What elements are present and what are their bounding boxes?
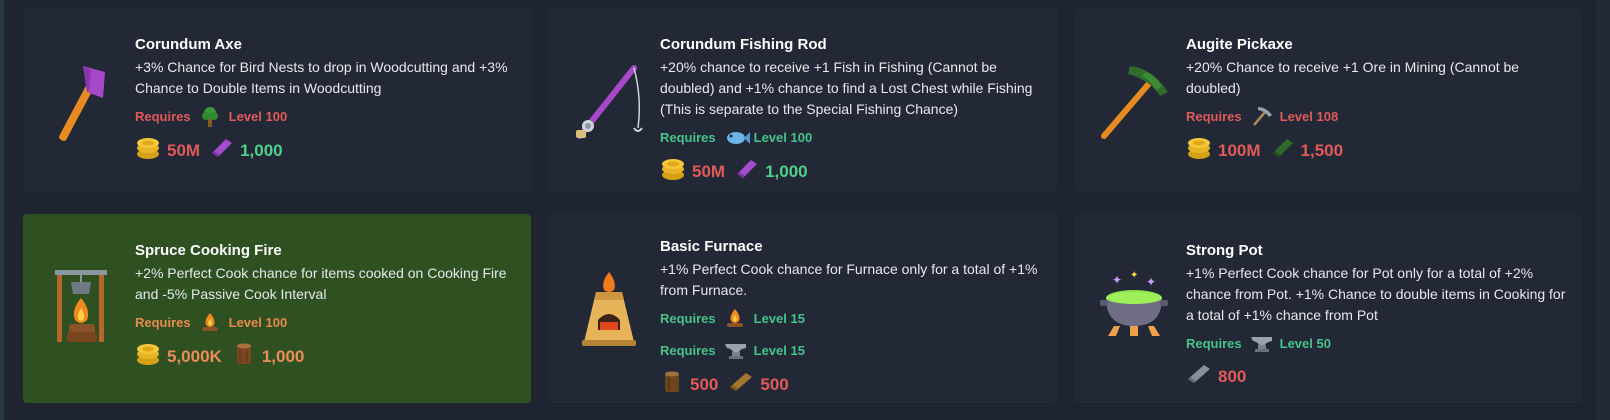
requirement-row: Requires Level 100 <box>135 311 517 333</box>
campfire-icon <box>199 311 221 333</box>
requires-label: Requires <box>135 108 191 124</box>
card-title: Corundum Axe <box>135 36 242 53</box>
cost-value: 1,500 <box>1300 140 1344 160</box>
corundum-bar-icon <box>735 158 759 185</box>
cost-row: 50M 1,000 <box>135 136 517 165</box>
requirement-level: Level 100 <box>228 108 288 124</box>
requirement-level: Level 50 <box>1279 335 1331 351</box>
requirement-row: Requires Level 50 <box>1186 332 1568 354</box>
axe-icon <box>43 58 123 153</box>
cost-value: 1,000 <box>765 161 808 181</box>
card-description: +3% Chance for Bird Nests to drop in Woo… <box>135 59 508 96</box>
cost-row: 50M 1,000 <box>660 157 1044 186</box>
cost-row: 800 <box>1186 363 1568 390</box>
card-description: +2% Perfect Cook chance for items cooked… <box>135 265 507 302</box>
requirement-row: Requires Level 100 <box>660 126 1044 148</box>
cost-value: 1,000 <box>261 346 305 366</box>
upgrade-card-augite-pickaxe[interactable]: Augite Pickaxe +20% Chance to receive +1… <box>1074 8 1582 191</box>
card-description: +1% Perfect Cook chance for Furnace only… <box>660 261 1038 298</box>
requires-label: Requires <box>660 129 716 145</box>
cost-value: 500 <box>760 374 789 394</box>
requires-label: Requires <box>660 342 716 358</box>
cost-value: 800 <box>1218 366 1247 386</box>
card-title: Augite Pickaxe <box>1186 36 1293 53</box>
corundum-bar-icon <box>210 137 234 164</box>
requirement-row: Requires Level 108 <box>1186 105 1568 127</box>
requirement-level: Level 15 <box>753 342 805 358</box>
gold-coins-icon <box>135 136 161 165</box>
svg-text:✦: ✦ <box>1112 273 1122 287</box>
cost-row: 500 500 <box>660 370 1044 399</box>
card-title: Corundum Fishing Rod <box>660 36 827 53</box>
requirement-row: Requires Level 15 <box>660 339 1044 361</box>
anvil-icon <box>1250 332 1272 354</box>
gold-coins-icon <box>135 342 161 371</box>
anvil-icon <box>724 339 746 361</box>
cost-row: 100M 1,500 <box>1186 136 1568 165</box>
card-description: +1% Perfect Cook chance for Pot only for… <box>1186 265 1566 323</box>
requirement-row: Requires Level 100 <box>135 105 517 127</box>
upgrade-card-spruce-cooking-fire[interactable]: Spruce Cooking Fire +2% Perfect Cook cha… <box>23 214 531 403</box>
card-title: Spruce Cooking Fire <box>135 242 282 259</box>
cost-value: 50M <box>167 140 201 160</box>
card-title: Basic Furnace <box>660 238 763 255</box>
spruce-log-icon <box>232 342 256 371</box>
cost-row: 5,000K 1,000 <box>135 342 517 371</box>
requirement-level: Level 100 <box>228 314 288 330</box>
furnace-icon <box>574 272 644 353</box>
scrollbar-track[interactable] <box>1596 0 1610 420</box>
upgrade-card-corundum-fishing-rod[interactable]: Corundum Fishing Rod +20% chance to rece… <box>548 8 1058 191</box>
left-edge <box>0 0 4 420</box>
upgrade-card-strong-pot[interactable]: ✦ ✦ ✦ Strong Pot +1% Perfect Cook chance… <box>1074 214 1582 403</box>
iron-bar-icon <box>1186 363 1212 390</box>
requires-label: Requires <box>135 314 191 330</box>
tree-icon <box>199 105 221 127</box>
log-icon <box>660 370 684 399</box>
gold-coins-icon <box>660 157 686 186</box>
campfire-icon <box>724 307 746 329</box>
svg-text:✦: ✦ <box>1130 270 1138 281</box>
svg-text:✦: ✦ <box>1146 275 1156 289</box>
upgrade-card-corundum-axe[interactable]: Corundum Axe +3% Chance for Bird Nests t… <box>23 8 531 191</box>
requires-label: Requires <box>1186 335 1242 351</box>
requirement-level: Level 100 <box>753 129 813 145</box>
card-description: +20% chance to receive +1 Fish in Fishin… <box>660 59 1033 117</box>
card-title: Strong Pot <box>1186 242 1263 259</box>
cost-value: 5,000K <box>167 346 222 366</box>
requires-label: Requires <box>660 310 716 326</box>
cost-value: 50M <box>692 161 726 181</box>
cost-value: 500 <box>690 374 719 394</box>
cost-value: 1,000 <box>240 140 283 160</box>
upgrade-card-basic-furnace[interactable]: Basic Furnace +1% Perfect Cook chance fo… <box>548 214 1058 403</box>
cooking-fire-icon <box>49 264 129 359</box>
card-description: +20% Chance to receive +1 Ore in Mining … <box>1186 59 1520 96</box>
pot-icon: ✦ ✦ ✦ <box>1096 270 1172 345</box>
requirement-level: Level 108 <box>1279 108 1339 124</box>
pickaxe-icon <box>1094 58 1174 153</box>
requires-label: Requires <box>1186 108 1242 124</box>
pickaxe-icon <box>1250 105 1272 127</box>
augite-bar-icon <box>1271 137 1295 164</box>
fishing-rod-icon <box>572 58 652 153</box>
cost-value: 100M <box>1218 140 1261 160</box>
plank-icon <box>728 371 754 398</box>
requirement-row: Requires Level 15 <box>660 307 1044 329</box>
requirement-level: Level 15 <box>753 310 805 326</box>
gold-coins-icon <box>1186 136 1212 165</box>
fish-icon <box>724 126 750 148</box>
